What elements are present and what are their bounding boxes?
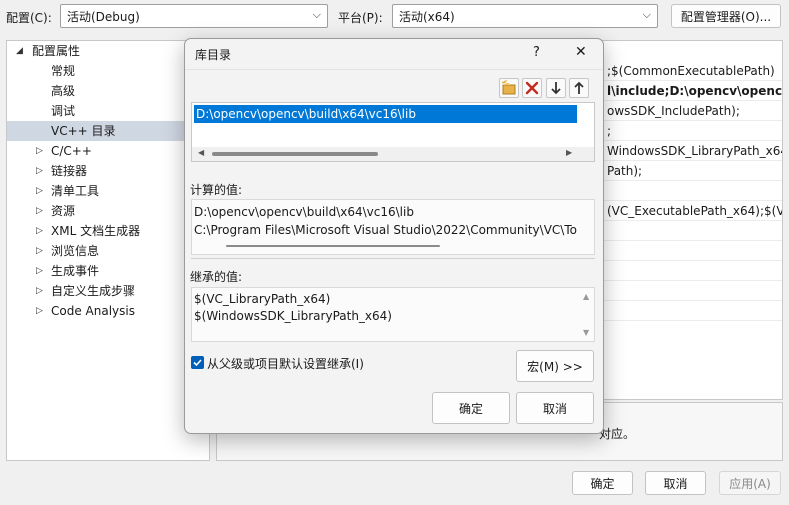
tree-item[interactable]: ▷ 链接器	[7, 161, 209, 181]
expand-triangle-icon[interactable]: ▷	[36, 161, 43, 181]
inherited-value-line: $(VC_LibraryPath_x64)	[194, 292, 331, 306]
computed-value-line: D:\opencv\opencv\build\x64\vc16\lib	[194, 205, 414, 219]
scroll-up-icon: ▲	[583, 292, 590, 301]
config-combo-value: 活动(Debug)	[67, 10, 140, 24]
tree-item-label: 浏览信息	[51, 244, 100, 258]
tree-item[interactable]: 调试	[7, 101, 209, 121]
dialog-title: 库目录	[195, 48, 232, 62]
delete-button[interactable]	[522, 78, 542, 98]
chevron-down-icon: ⌵	[312, 8, 321, 21]
inherit-checkbox[interactable]	[191, 356, 204, 369]
tree-item[interactable]: ▷ 浏览信息	[7, 241, 209, 261]
arrow-up-icon	[574, 81, 584, 94]
arrow-down-icon	[551, 82, 561, 95]
directory-list[interactable]: D:\opencv\opencv\build\x64\vc16\lib ◀ ▶	[191, 102, 595, 162]
new-line-button[interactable]	[499, 78, 519, 98]
tree-item[interactable]: ▷ 自定义生成步骤	[7, 281, 209, 301]
tree-item[interactable]: ▷ 资源	[7, 201, 209, 221]
tree-item-label: 调试	[51, 104, 76, 118]
help-button[interactable]: ?	[533, 45, 540, 60]
tree-root-label: 配置属性	[32, 44, 81, 58]
tree-item[interactable]: ▷ 清单工具	[7, 181, 209, 201]
inherit-checkbox-label[interactable]: 从父级或项目默认设置继承(I)	[207, 355, 364, 372]
platform-combo-value: 活动(x64)	[399, 10, 455, 24]
tree-item[interactable]: 高级	[7, 81, 209, 101]
move-down-button[interactable]	[546, 78, 566, 98]
tree-item[interactable]: VC++ 目录	[7, 121, 209, 141]
chevron-down-icon: ⌵	[642, 8, 651, 21]
platform-combo[interactable]: 活动(x64) ⌵	[392, 4, 658, 28]
macros-button[interactable]: 宏(M) >>	[516, 350, 594, 382]
description-text: 对应。	[599, 427, 636, 441]
tree-item-label: C/C++	[51, 144, 92, 158]
config-label: 配置(C):	[6, 11, 52, 25]
divider	[191, 258, 595, 259]
expand-triangle-icon[interactable]: ▷	[36, 261, 43, 281]
horizontal-scrollbar[interactable]: ◀ ▶	[192, 147, 594, 161]
close-button[interactable]: ✕	[575, 44, 587, 60]
inherited-values-box: $(VC_LibraryPath_x64) $(WindowsSDK_Libra…	[191, 287, 595, 342]
computed-value-line: C:\Program Files\Microsoft Visual Studio…	[194, 223, 577, 237]
scrollbar-thumb[interactable]	[226, 245, 440, 247]
tree-item[interactable]: ▷ Code Analysis	[7, 301, 209, 321]
ok-button[interactable]: 确定	[572, 471, 633, 495]
scrollbar-thumb[interactable]	[212, 152, 378, 156]
tree-item[interactable]: ▷ C/C++	[7, 141, 209, 161]
delete-icon	[525, 81, 539, 95]
config-combo[interactable]: 活动(Debug) ⌵	[60, 4, 328, 28]
expand-triangle-icon[interactable]: ▷	[36, 281, 43, 301]
tree-item[interactable]: 常规	[7, 61, 209, 81]
tree-item-label: 常规	[51, 64, 76, 78]
computed-values-box: D:\opencv\opencv\build\x64\vc16\lib C:\P…	[191, 199, 595, 255]
scroll-right-icon: ▶	[566, 148, 573, 157]
expand-triangle-icon[interactable]: ▷	[36, 221, 43, 241]
tree-item[interactable]: ▷ XML 文档生成器	[7, 221, 209, 241]
directory-list-item[interactable]: D:\opencv\opencv\build\x64\vc16\lib	[194, 105, 577, 123]
tree-root[interactable]: ◢ 配置属性	[7, 41, 209, 61]
scroll-left-icon: ◀	[198, 148, 205, 157]
tree-item-label: 高级	[51, 84, 76, 98]
tree-item-label: 链接器	[51, 164, 88, 178]
move-up-button[interactable]	[569, 78, 589, 98]
expand-triangle-icon[interactable]: ▷	[36, 301, 43, 321]
tree-item[interactable]: ▷ 生成事件	[7, 261, 209, 281]
scroll-down-icon: ▼	[583, 328, 590, 337]
expanded-triangle-icon: ◢	[16, 46, 23, 56]
library-directories-dialog[interactable]: 库目录 ? ✕ D:\opencv\opencv\build\x64\vc16\…	[184, 38, 604, 434]
inherited-value-line: $(WindowsSDK_LibraryPath_x64)	[194, 309, 392, 323]
expand-triangle-icon[interactable]: ▷	[36, 141, 43, 161]
cancel-button[interactable]: 取消	[645, 471, 706, 495]
apply-button[interactable]: 应用(A)	[719, 471, 781, 495]
expand-triangle-icon[interactable]: ▷	[36, 201, 43, 221]
expand-triangle-icon[interactable]: ▷	[36, 181, 43, 201]
checkmark-icon	[193, 359, 202, 367]
property-tree[interactable]: ◢ 配置属性 常规高级调试 VC++ 目录 ▷ C/C++ ▷ 链接器 ▷ 清单工具 ▷ 资源 ▷ X…	[6, 40, 210, 461]
dialog-ok-button[interactable]: 确定	[432, 392, 510, 424]
title-divider	[185, 69, 603, 70]
platform-label: 平台(P):	[338, 11, 383, 25]
tree-item-label: Code Analysis	[51, 304, 135, 318]
config-manager-button[interactable]: 配置管理器(O)...	[671, 4, 781, 28]
dialog-cancel-button[interactable]: 取消	[516, 392, 594, 424]
computed-values-label: 计算的值:	[190, 183, 243, 197]
new-folder-icon	[501, 80, 516, 95]
tree-item-label: VC++ 目录	[51, 124, 116, 138]
tree-item-label: XML 文档生成器	[51, 224, 141, 238]
inherited-values-label: 继承的值:	[190, 270, 243, 284]
tree-item-label: 生成事件	[51, 264, 100, 278]
expand-triangle-icon[interactable]: ▷	[36, 241, 43, 261]
tree-item-label: 自定义生成步骤	[51, 284, 136, 298]
tree-item-label: 资源	[51, 204, 76, 218]
tree-item-label: 清单工具	[51, 184, 100, 198]
